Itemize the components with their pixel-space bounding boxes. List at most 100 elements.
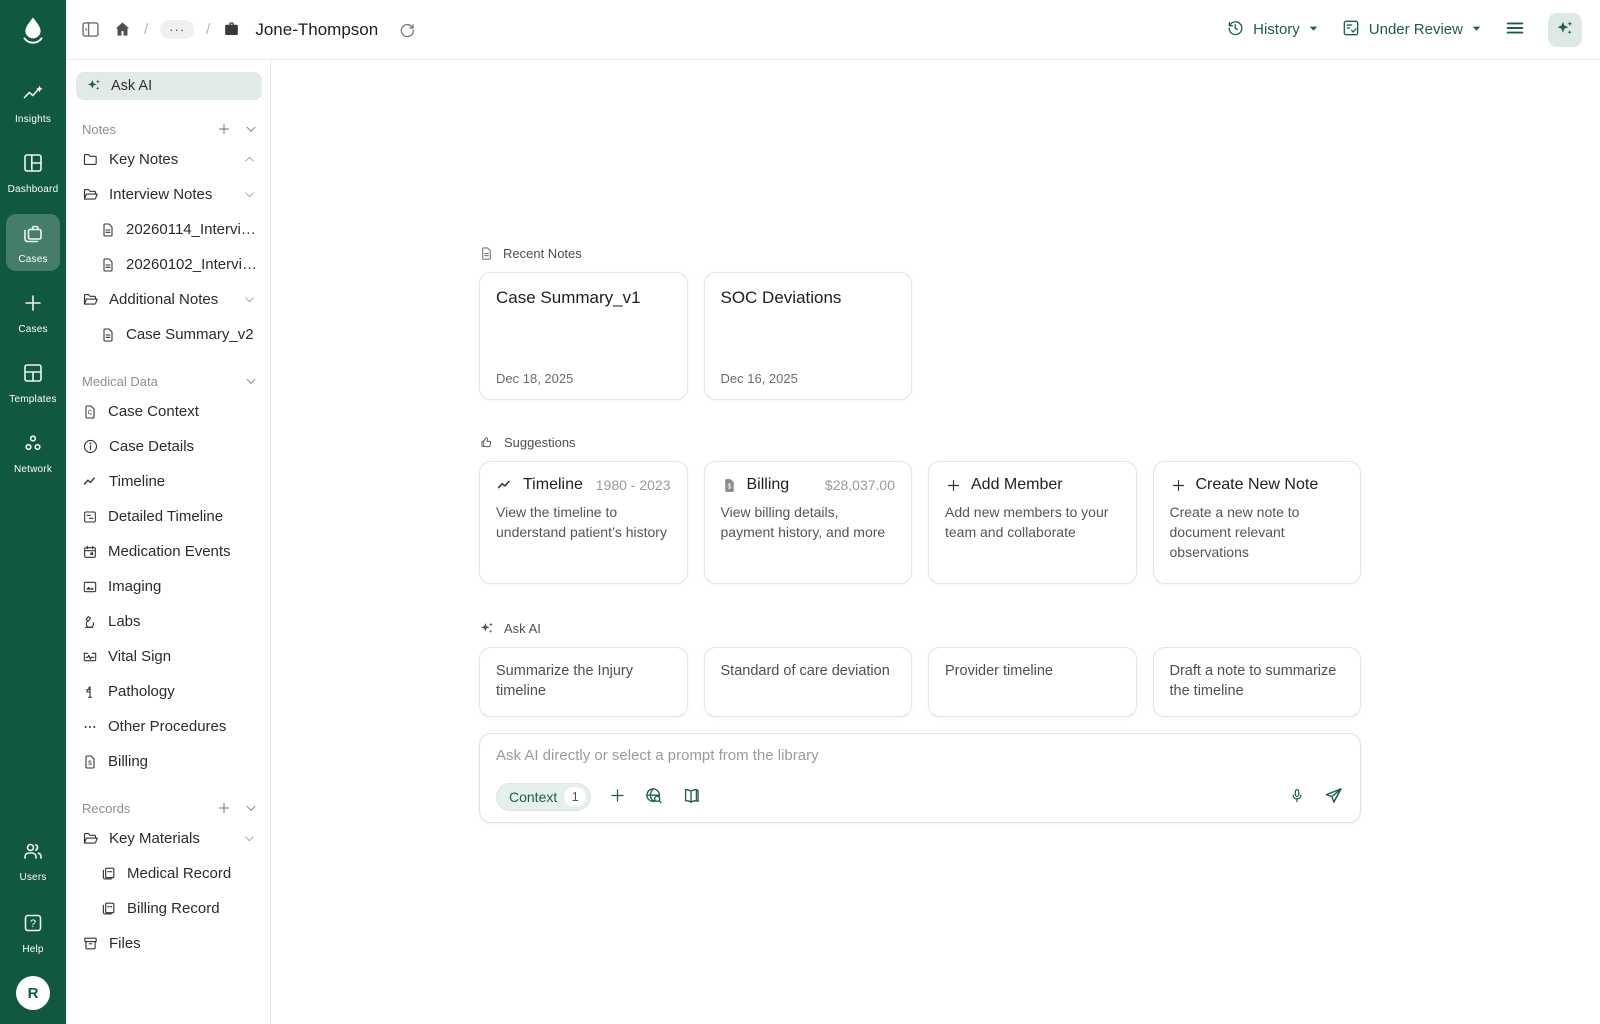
- suggestion-card-billing[interactable]: $ Billing $28,037.00 View billing detail…: [704, 461, 913, 584]
- rail-item-help[interactable]: ? Help: [6, 904, 60, 961]
- prompt-card-soc-deviation[interactable]: Standard of care deviation: [704, 647, 913, 717]
- note-card-soc-deviations[interactable]: SOC Deviations Dec 16, 2025: [704, 272, 913, 400]
- svg-text:$: $: [727, 482, 731, 490]
- sidebar-file-medical-record[interactable]: Medical Record: [76, 856, 262, 891]
- sidebar-item-billing[interactable]: $ Billing: [76, 744, 262, 779]
- add-note-icon[interactable]: [216, 121, 232, 137]
- rail-item-users[interactable]: Users: [6, 832, 60, 889]
- sparkles-icon: [479, 620, 495, 636]
- breadcrumb-ellipsis[interactable]: ···: [160, 20, 194, 39]
- sidebar-item-key-materials[interactable]: Key Materials: [76, 821, 262, 856]
- rail-item-add-case[interactable]: Cases: [6, 284, 60, 341]
- file-text-icon: [100, 257, 116, 273]
- add-record-icon[interactable]: [216, 800, 232, 816]
- rail-item-cases[interactable]: Cases: [6, 214, 60, 271]
- rail-item-network[interactable]: Network: [6, 424, 60, 481]
- rail-item-dashboard[interactable]: Dashboard: [6, 144, 60, 201]
- ask-ai-panel-button[interactable]: [1548, 13, 1582, 47]
- sidebar-ask-ai-button[interactable]: Ask AI: [76, 72, 262, 100]
- sidebar-item-timeline[interactable]: Timeline: [76, 464, 262, 499]
- billing-doc-icon: $: [82, 754, 98, 770]
- web-search-button[interactable]: [644, 786, 664, 809]
- sidebar-item-case-context[interactable]: C Case Context: [76, 394, 262, 429]
- sidebar-item-files[interactable]: Files: [76, 926, 262, 961]
- sidebar-item-labs[interactable]: Labs: [76, 604, 262, 639]
- file-label: Billing Record: [127, 900, 220, 917]
- breadcrumb: / ··· / Jone-Thompson: [80, 19, 416, 40]
- app-logo[interactable]: [13, 12, 53, 52]
- sidebar-file-interview-2[interactable]: 20260102_Interview...: [76, 247, 262, 282]
- sidebar-item-pathology[interactable]: Pathology: [76, 674, 262, 709]
- pathology-flag-icon: [82, 684, 98, 700]
- refresh-icon[interactable]: [398, 21, 416, 39]
- send-button[interactable]: [1323, 785, 1344, 809]
- chevron-down-icon[interactable]: [244, 122, 258, 136]
- plus-icon: [945, 477, 962, 494]
- ask-ai-header: Ask AI: [479, 620, 1361, 636]
- rail-item-insights[interactable]: Insights: [6, 74, 60, 131]
- case-sidebar: Ask AI Notes Key Notes In: [66, 60, 271, 1024]
- chevron-down-icon[interactable]: [244, 801, 258, 815]
- mic-icon: [1288, 787, 1306, 808]
- app-rail: Insights Dashboard Cases Cases Templates…: [0, 0, 66, 1024]
- suggestion-title: Billing: [747, 476, 790, 494]
- voice-input-button[interactable]: [1288, 787, 1306, 808]
- thumbs-up-icon: [479, 434, 495, 450]
- file-text-icon: [100, 222, 116, 238]
- vital-waveform-icon: [82, 649, 98, 665]
- sidebar-item-additional-notes[interactable]: Additional Notes: [76, 282, 262, 317]
- prompt-card-provider-timeline[interactable]: Provider timeline: [928, 647, 1137, 717]
- sidebar-item-imaging[interactable]: Imaging: [76, 569, 262, 604]
- note-card-case-summary-v1[interactable]: Case Summary_v1 Dec 18, 2025: [479, 272, 688, 400]
- sidebar-item-medication-events[interactable]: Medication Events: [76, 534, 262, 569]
- chevron-down-icon[interactable]: [244, 374, 258, 388]
- sidebar-item-detailed-timeline[interactable]: Detailed Timeline: [76, 499, 262, 534]
- sidebar-item-label: Case Details: [109, 438, 194, 455]
- case-name[interactable]: Jone-Thompson: [255, 20, 378, 40]
- file-label: 20260114_Interview...: [126, 221, 262, 238]
- chevron-down-icon[interactable]: [243, 293, 256, 306]
- prompt-card-draft-note[interactable]: Draft a note to summarize the timeline: [1153, 647, 1362, 717]
- context-chip[interactable]: Context 1: [496, 783, 591, 811]
- home-icon[interactable]: [113, 20, 132, 39]
- chevron-down-icon[interactable]: [243, 832, 256, 845]
- cases-icon: [21, 221, 45, 250]
- svg-text:C: C: [88, 409, 93, 416]
- status-button[interactable]: Under Review: [1341, 18, 1482, 42]
- sidebar-file-case-summary-v2[interactable]: Case Summary_v2: [76, 317, 262, 352]
- sidebar-item-key-notes[interactable]: Key Notes: [76, 142, 262, 177]
- chevron-up-icon[interactable]: [243, 153, 256, 166]
- panel-toggle-icon[interactable]: [80, 19, 101, 40]
- sidebar-item-interview-notes[interactable]: Interview Notes: [76, 177, 262, 212]
- sidebar-file-billing-record[interactable]: Billing Record: [76, 891, 262, 926]
- suggestion-card-timeline[interactable]: Timeline 1980 - 2023 View the timeline t…: [479, 461, 688, 584]
- sidebar-item-other-procedures[interactable]: Other Procedures: [76, 709, 262, 744]
- suggestion-card-add-member[interactable]: Add Member Add new members to your team …: [928, 461, 1137, 584]
- suggestion-card-create-note[interactable]: Create New Note Create a new note to doc…: [1153, 461, 1362, 584]
- sidebar-file-interview-1[interactable]: 20260114_Interview...: [76, 212, 262, 247]
- history-button[interactable]: History: [1225, 18, 1319, 42]
- avatar-initial: R: [28, 985, 39, 1002]
- insights-icon: [21, 81, 45, 110]
- recent-notes-header: Recent Notes: [479, 246, 1361, 261]
- ask-ai-input[interactable]: [496, 747, 1344, 764]
- prompt-text: Summarize the Injury timeline: [496, 663, 633, 699]
- rail-item-label: Templates: [9, 394, 56, 405]
- sidebar-item-case-details[interactable]: Case Details: [76, 429, 262, 464]
- billing-doc-icon: $: [721, 477, 738, 494]
- rail-item-templates[interactable]: Templates: [6, 354, 60, 411]
- sidebar-item-vital-sign[interactable]: Vital Sign: [76, 639, 262, 674]
- note-date: Dec 16, 2025: [721, 371, 896, 386]
- prompt-card-injury-timeline[interactable]: Summarize the Injury timeline: [479, 647, 688, 717]
- plus-icon: [608, 786, 627, 808]
- user-avatar[interactable]: R: [16, 976, 50, 1010]
- ellipsis-dots-icon: [82, 719, 98, 735]
- add-context-button[interactable]: [608, 786, 627, 808]
- prompt-library-button[interactable]: [681, 786, 701, 809]
- send-plane-icon: [1323, 785, 1344, 809]
- menu-button[interactable]: [1504, 17, 1526, 42]
- folder-icon: [82, 151, 99, 168]
- prompt-text: Draft a note to summarize the timeline: [1170, 663, 1337, 699]
- chevron-down-icon[interactable]: [243, 188, 256, 201]
- composer-toolbar: Context 1: [496, 783, 1344, 811]
